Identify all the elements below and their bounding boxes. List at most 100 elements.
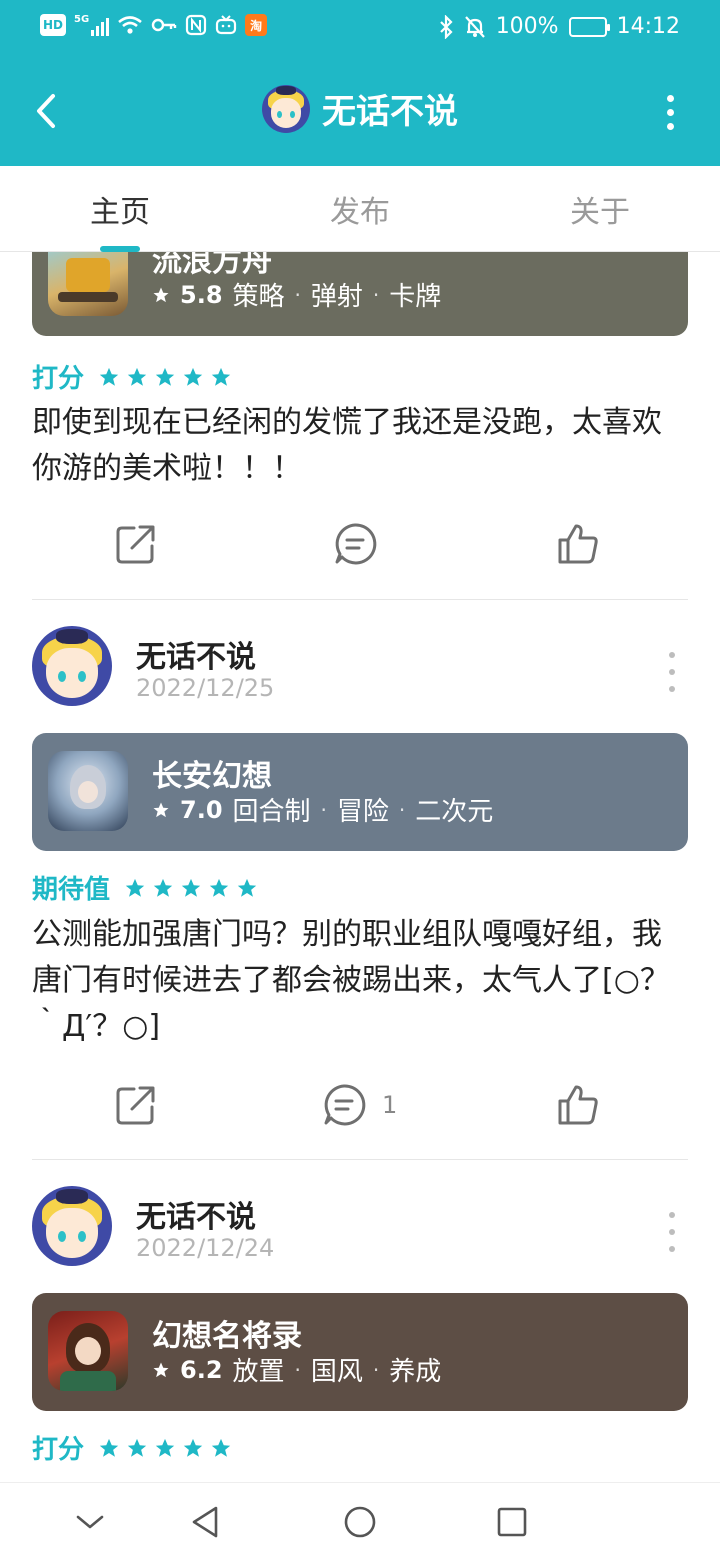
game-tag: 二次元 [415,797,494,827]
game-name: 幻想名将录 [152,1319,302,1354]
tab-about[interactable]: 关于 [480,166,720,252]
star-icon [127,367,147,386]
system-nav-bar [0,1482,720,1560]
tag-separator: · [372,282,380,307]
star-icon [211,367,231,386]
nav-home-button[interactable] [335,1497,385,1547]
comment-button[interactable] [333,514,393,574]
star-icon [127,1438,147,1457]
game-score: 6.2 [180,1355,223,1384]
tab-home[interactable]: 主页 [0,166,240,252]
comment-icon [324,1084,366,1126]
tab-publish[interactable]: 发布 [240,166,480,252]
share-button[interactable] [114,1075,158,1135]
review-feed[interactable]: 流浪方舟 5.8 策略 · 弹射 · 卡牌 打分 即使到现在已经闲的发慌了我还是… [0,252,720,1482]
bluetooth-icon [439,14,453,39]
app-bar: 无话不说 [0,56,720,166]
comment-icon [335,523,377,565]
hd-indicator: HD [40,14,67,36]
game-name: 长安幻想 [152,759,272,794]
star-icon [183,1438,203,1457]
clock: 14:12 [616,14,680,39]
battery-percent: 100% [495,14,559,39]
rating-label: 打分 [32,364,85,394]
battery-icon [568,16,610,37]
tag-separator: · [372,1357,380,1382]
app-title-group: 无话不说 [0,84,720,133]
square-recents-icon [497,1507,527,1537]
game-tag: 回合制 [232,797,311,827]
nav-recents-button[interactable] [487,1497,537,1547]
share-icon [116,1086,155,1125]
star-icon [99,367,119,386]
game-card[interactable]: 幻想名将录 6.2 放置 · 国风 · 养成 [32,1293,688,1411]
divider [32,599,688,600]
game-tag: 冒险 [336,797,389,827]
game-icon [48,252,128,316]
vpn-key-icon [151,18,177,32]
triangle-back-icon [192,1506,218,1538]
mute-bell-icon [464,15,485,38]
chevron-down-icon [76,1515,104,1529]
rating-row: 打分 [32,358,232,395]
comment-count: 1 [382,1091,398,1119]
game-meta: 5.8 策略 · 弹射 · 卡牌 [152,276,441,313]
game-card[interactable]: 长安幻想 7.0 回合制 · 冒险 · 二次元 [32,733,688,851]
game-meta: 6.2 放置 · 国风 · 养成 [152,1351,441,1388]
star-icon [153,287,169,302]
game-tag: 弹射 [310,282,363,312]
star-rating [124,877,258,899]
post-header: 无话不说 2022/12/25 [32,626,688,716]
star-rating [98,366,232,388]
post-actions [0,514,720,574]
post-author[interactable]: 无话不说 [136,1192,256,1236]
post-date: 2022/12/25 [136,674,275,702]
share-icon [116,525,155,564]
status-bar: HD 5G 淘 100% 14:12 [0,0,720,56]
game-tag: 养成 [389,1357,442,1387]
game-tag: 策略 [232,282,285,312]
avatar[interactable] [32,626,112,706]
game-icon [48,751,128,831]
star-icon [99,1438,119,1457]
post-actions: 1 [0,1075,720,1135]
star-icon [237,878,257,897]
game-score: 5.8 [180,280,223,309]
review-text[interactable]: 公测能加强唐门吗？别的职业组队嘎嘎好组，我唐门有时候进去了都会被踢出来，太气人了… [32,912,688,1050]
star-icon [209,878,229,897]
tag-separator: · [294,1357,301,1382]
thumbs-up-icon [558,1085,598,1125]
nav-hide-button[interactable] [65,1497,115,1547]
comment-button[interactable]: 1 [322,1075,397,1135]
star-icon [153,802,169,817]
post-author[interactable]: 无话不说 [136,632,256,676]
star-icon [211,1438,231,1457]
post-date: 2022/12/24 [136,1234,275,1262]
network-label: 5G [74,14,90,25]
review-text[interactable]: 即使到现在已经闲的发慌了我还是没跑，太喜欢你游的美术啦！！！ [32,400,688,492]
more-options-button[interactable] [656,92,684,132]
signal-icon: 5G [74,14,110,36]
tag-separator: · [320,797,327,822]
game-card[interactable]: 流浪方舟 5.8 策略 · 弹射 · 卡牌 [32,252,688,336]
post-header: 无话不说 2022/12/24 [32,1186,688,1276]
nav-back-button[interactable] [180,1497,230,1547]
avatar[interactable] [32,1186,112,1266]
game-icon [48,1311,128,1391]
star-icon [153,878,173,897]
share-button[interactable] [114,514,158,574]
wifi-icon [118,16,143,34]
game-tag: 卡牌 [389,282,442,312]
tv-icon [216,15,237,35]
post-more-button[interactable] [666,1212,678,1252]
divider [32,1159,688,1160]
page-title: 无话不说 [322,92,458,132]
circle-home-icon [344,1506,376,1538]
like-button[interactable] [556,514,600,574]
rating-label: 打分 [32,1435,85,1465]
post-more-button[interactable] [666,652,678,692]
tag-separator: · [294,282,301,307]
like-button[interactable] [556,1075,600,1135]
tab-bar: 主页 发布 关于 [0,166,720,252]
star-rating [98,1437,232,1459]
